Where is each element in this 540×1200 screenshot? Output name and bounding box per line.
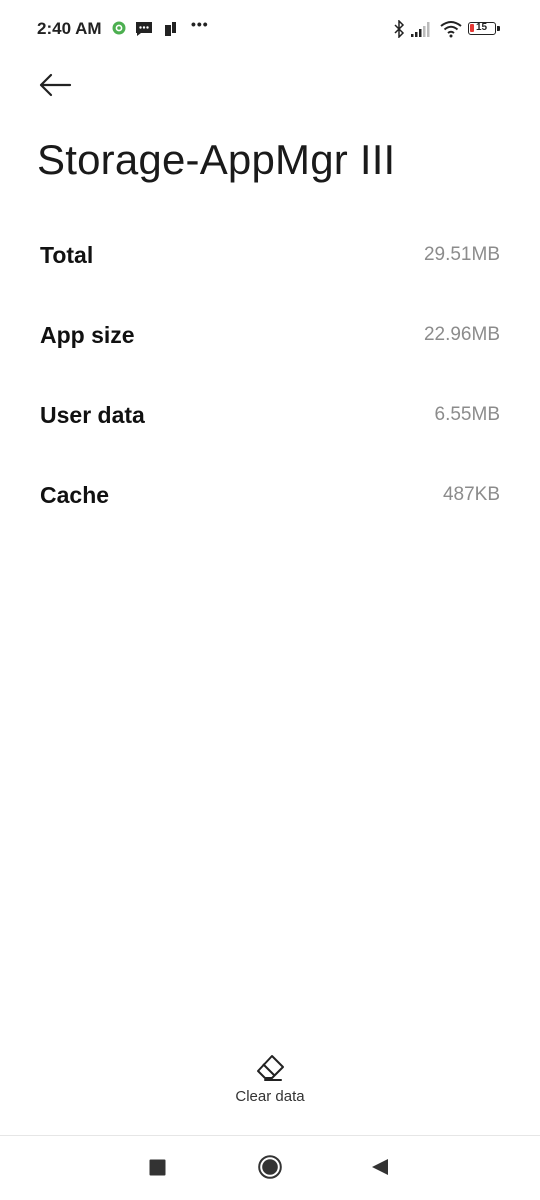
signal-strength-icon bbox=[411, 22, 430, 37]
app-size-value: 22.96MB bbox=[423, 324, 500, 345]
status-bar: 2:40 AM ••• 15 bbox=[0, 0, 540, 60]
back-nav-button[interactable] bbox=[371, 1158, 389, 1181]
user-data-label: User data bbox=[40, 402, 145, 428]
app-size-label: App size bbox=[40, 322, 135, 348]
app-notification-icon bbox=[112, 21, 126, 35]
home-button[interactable] bbox=[258, 1155, 282, 1184]
storage-list: Total 29.51MB App size 22.96MB User data… bbox=[40, 216, 500, 536]
user-data-value: 6.55MB bbox=[434, 404, 500, 425]
storage-row-app-size: App size 22.96MB bbox=[40, 296, 500, 376]
page-title: Storage-AppMgr III bbox=[37, 136, 396, 183]
home-circle-icon bbox=[258, 1155, 282, 1179]
recents-button[interactable] bbox=[149, 1159, 166, 1181]
cache-label: Cache bbox=[40, 482, 110, 508]
bluetooth-icon bbox=[394, 20, 405, 38]
storage-row-cache: Cache 487KB bbox=[40, 456, 500, 536]
square-icon bbox=[149, 1159, 166, 1176]
clear-data-button[interactable]: Clear data bbox=[200, 1054, 340, 1114]
message-icon bbox=[136, 22, 152, 36]
back-button[interactable] bbox=[38, 70, 72, 100]
cache-value: 487KB bbox=[442, 484, 500, 505]
storage-row-user-data: User data 6.55MB bbox=[40, 376, 500, 456]
eraser-icon bbox=[257, 1055, 284, 1081]
more-notifications-icon: ••• bbox=[191, 16, 209, 32]
storage-row-total: Total 29.51MB bbox=[40, 216, 500, 296]
total-label: Total bbox=[40, 242, 94, 268]
triangle-back-icon bbox=[372, 1159, 388, 1175]
system-nav-bar bbox=[0, 1136, 540, 1200]
wifi-icon bbox=[440, 21, 462, 38]
sim-card-icon bbox=[165, 22, 176, 36]
arrow-left-icon bbox=[39, 73, 72, 97]
battery-level: 15 bbox=[476, 22, 488, 33]
battery-icon: 15 bbox=[468, 22, 500, 35]
status-time: 2:40 AM bbox=[37, 19, 102, 38]
clear-data-label: Clear data bbox=[235, 1088, 305, 1105]
total-value: 29.51MB bbox=[423, 244, 500, 265]
